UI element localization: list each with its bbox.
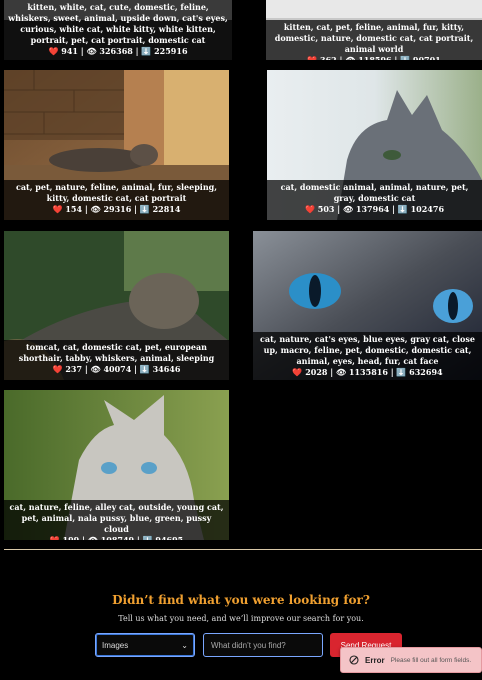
category-select[interactable]: Images ⌄ — [95, 633, 195, 657]
downloads-count: 34646 — [152, 364, 181, 374]
card-info: cat, nature, feline, alley cat, outside,… — [4, 500, 229, 540]
gallery-card[interactable]: cat, domestic animal, animal, nature, pe… — [267, 70, 482, 220]
card-info: kitten, white, cat, cute, domestic, feli… — [4, 0, 232, 60]
card-stats: ❤️ 941 | 👁 326368 | ⬇️ 225916 — [8, 46, 228, 57]
download-icon: ⬇️ — [139, 364, 150, 374]
gallery-card[interactable]: cat, nature, feline, alley cat, outside,… — [4, 390, 229, 540]
download-icon: ⬇️ — [396, 367, 407, 377]
eye-icon: 👁 — [86, 46, 97, 56]
likes-count: 503 — [317, 204, 335, 214]
separator: | — [80, 46, 84, 56]
gallery-card[interactable]: cat, nature, cat's eyes, blue eyes, gray… — [253, 231, 482, 380]
card-tags: cat, nature, feline, alley cat, outside,… — [9, 502, 224, 534]
separator: | — [84, 364, 88, 374]
eye-icon: 👁 — [345, 55, 356, 60]
heart-icon: ❤️ — [304, 204, 315, 214]
card-tags: kitten, cat, pet, feline, animal, fur, k… — [274, 22, 474, 54]
separator: | — [135, 46, 139, 56]
downloads-count: 102476 — [410, 204, 445, 214]
eye-icon: 👁 — [342, 204, 354, 214]
eye-icon: 👁 — [335, 367, 347, 377]
download-icon: ⬇️ — [400, 55, 411, 60]
views-count: 118596 — [358, 55, 392, 60]
card-info: cat, pet, nature, feline, animal, fur, s… — [4, 180, 229, 220]
card-tags: cat, pet, nature, feline, animal, fur, s… — [15, 182, 218, 203]
card-stats: ❤️ 154 | 👁 29316 | ⬇️ 22814 — [8, 204, 225, 215]
downloads-count: 632694 — [409, 367, 443, 377]
likes-count: 362 — [320, 55, 337, 60]
likes-count: 2028 — [305, 367, 328, 377]
separator: | — [136, 535, 140, 540]
downloads-count: 94695 — [155, 535, 184, 540]
eye-icon: 👁 — [90, 364, 101, 374]
heart-icon: ❤️ — [292, 367, 303, 377]
gallery-card[interactable]: kitten, cat, pet, feline, animal, fur, k… — [266, 0, 482, 60]
heart-icon: ❤️ — [48, 46, 59, 56]
chevron-down-icon: ⌄ — [181, 640, 188, 650]
gallery-card[interactable]: tomcat, cat, domestic cat, pet, european… — [4, 231, 229, 380]
download-icon: ⬇️ — [141, 46, 152, 56]
card-info: cat, nature, cat's eyes, blue eyes, gray… — [253, 332, 482, 380]
card-info: cat, domestic animal, animal, nature, pe… — [267, 180, 482, 220]
card-info: tomcat, cat, domestic cat, pet, european… — [4, 340, 229, 380]
separator: | — [392, 204, 396, 214]
heart-icon: ❤️ — [307, 55, 318, 60]
views-count: 137964 — [355, 204, 390, 214]
views-count: 1135816 — [348, 367, 388, 377]
card-stats: ❤️ 503 | 👁 137964 | ⬇️ 102476 — [271, 204, 478, 215]
error-circle-icon — [349, 655, 359, 665]
downloads-count: 225916 — [154, 46, 188, 56]
likes-count: 154 — [65, 204, 83, 214]
likes-count: 237 — [65, 364, 83, 374]
download-icon: ⬇️ — [397, 204, 408, 214]
separator: | — [394, 55, 398, 60]
separator: | — [82, 535, 85, 540]
download-icon: ⬇️ — [142, 535, 153, 540]
heart-icon: ❤️ — [52, 204, 63, 214]
request-subtitle: Tell us what you need, and we’ll improve… — [118, 614, 364, 623]
card-stats: ❤️ 199 | 👁 108749 | ⬇️ 94695 — [8, 535, 225, 540]
separator: | — [134, 364, 138, 374]
gallery-card[interactable]: kitten, white, cat, cute, domestic, feli… — [4, 0, 232, 60]
section-divider — [4, 549, 482, 550]
heart-icon: ❤️ — [52, 364, 63, 374]
likes-count: 941 — [61, 46, 78, 56]
views-count: 108749 — [100, 535, 135, 540]
eye-icon: 👁 — [87, 535, 98, 540]
card-tags: cat, nature, cat's eyes, blue eyes, gray… — [260, 334, 475, 366]
separator: | — [339, 55, 343, 60]
card-stats: ❤️ 237 | 👁 40074 | ⬇️ 34646 — [8, 364, 225, 375]
eye-icon: 👁 — [90, 204, 101, 214]
separator: | — [330, 367, 334, 377]
card-tags: kitten, white, cat, cute, domestic, feli… — [8, 2, 228, 45]
error-toast: Error Please fill out all form fields. — [340, 647, 482, 673]
toast-title: Error — [365, 655, 385, 665]
download-icon: ⬇️ — [139, 204, 150, 214]
toast-message: Please fill out all form fields. — [390, 656, 472, 664]
likes-count: 199 — [62, 535, 80, 540]
card-tags: cat, domestic animal, animal, nature, pe… — [280, 182, 469, 203]
downloads-count: 22814 — [152, 204, 181, 214]
card-tags: tomcat, cat, domestic cat, pet, european… — [18, 342, 215, 363]
request-input[interactable]: What didn’t you find? — [203, 633, 323, 657]
card-stats: ❤️ 362 | 👁 118596 | ⬇️ 90701 — [270, 55, 478, 60]
views-count: 29316 — [103, 204, 132, 214]
category-select-value: Images — [102, 640, 129, 650]
card-info: kitten, cat, pet, feline, animal, fur, k… — [266, 20, 482, 60]
separator: | — [390, 367, 394, 377]
views-count: 326368 — [99, 46, 133, 56]
gallery-card[interactable]: cat, pet, nature, feline, animal, fur, s… — [4, 70, 229, 220]
request-input-placeholder: What didn’t you find? — [211, 640, 286, 650]
downloads-count: 90701 — [412, 55, 441, 60]
separator: | — [84, 204, 88, 214]
heart-icon: ❤️ — [49, 535, 60, 540]
views-count: 40074 — [103, 364, 132, 374]
separator: | — [134, 204, 138, 214]
request-title: Didn’t find what you were looking for? — [112, 593, 370, 607]
card-stats: ❤️ 2028 | 👁 1135816 | ⬇️ 632694 — [257, 367, 478, 378]
separator: | — [337, 204, 341, 214]
